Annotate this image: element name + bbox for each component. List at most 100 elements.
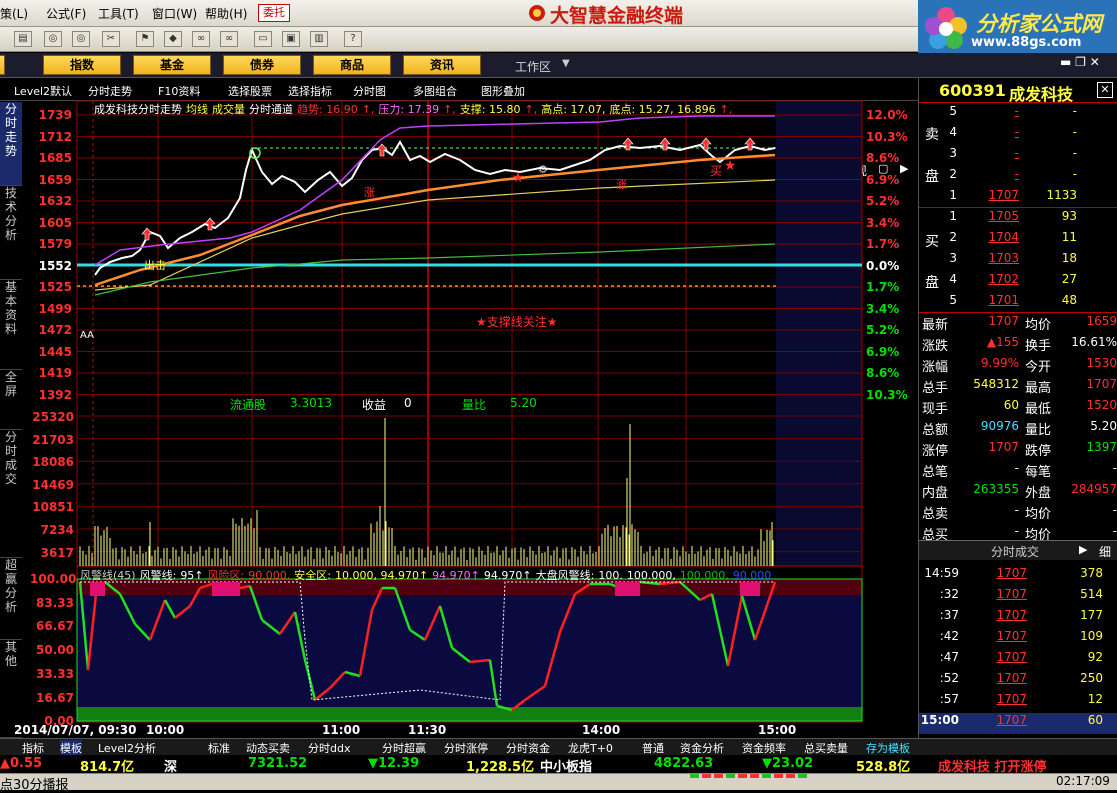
legend-item: 分时通道 (249, 103, 293, 116)
quote-label-2: 今开 (1025, 360, 1052, 375)
tick-time: :42 (939, 629, 959, 643)
bottom-tab[interactable]: 标准 (208, 740, 230, 756)
tick-row: 15:00 1707 60 (919, 713, 1117, 734)
market-bar (738, 774, 747, 778)
warn-legend-item: 94.970↑ (483, 569, 532, 582)
bid-level: 2 (949, 230, 957, 244)
bid-volume: 18 (1061, 251, 1077, 265)
warn-legend-item: 安全区: (294, 569, 331, 582)
quote-value: 1707 (988, 440, 1019, 454)
legend-item: 底点: 15.27, 16.896 (609, 103, 716, 116)
warn-tick: 50.00 (36, 643, 74, 658)
warn-legend-item: 100.000, (626, 569, 676, 582)
close-icon[interactable]: ✕ (1090, 55, 1100, 69)
ask-price: 1707 (988, 188, 1019, 202)
legend-item: 均线 (186, 103, 208, 116)
bid-level: 4 (949, 272, 957, 286)
pct-tick: 8.6% (866, 366, 900, 380)
quote-row: 总手 548312 最高 1707 (919, 377, 1117, 398)
risk-fill (615, 582, 640, 596)
quote-row: 总笔 - 每笔 - (919, 461, 1117, 482)
stat-label-ratio: 量比 (462, 398, 487, 412)
time-tick: 2014/07/07, 09:30 (14, 723, 137, 737)
price-tick: 1445 (38, 344, 72, 359)
buy-arrow (141, 227, 153, 241)
bottom-tab[interactable]: 资金频率 (742, 740, 786, 756)
warn-legend-item: 100. (598, 569, 623, 582)
support-note: ★支撑线关注★ (476, 315, 558, 329)
tick-row: :32 1707 514 (919, 587, 1117, 608)
bottom-tab[interactable]: 资金分析 (680, 740, 724, 756)
tick-row: 14:59 1707 378 (919, 566, 1117, 587)
quote-label: 内盘 (922, 486, 949, 501)
ask-price: - (1014, 125, 1019, 139)
bottom-tab[interactable]: 龙虎T+0 (568, 740, 613, 756)
warn-legend-item: 10.000, 94.970↑ (334, 569, 429, 582)
tick-price: 1707 (996, 629, 1027, 643)
ask-volume: 1133 (1046, 188, 1077, 202)
bid-price: 1705 (988, 209, 1019, 223)
site-logo-url: www.88gs.com (971, 35, 1082, 50)
warn-tick: 83.33 (36, 595, 74, 610)
pct-tick: 3.4% (866, 215, 900, 230)
bottom-tab[interactable]: 模板 (60, 740, 82, 756)
bottom-tab[interactable]: 分时资金 (506, 740, 550, 756)
time-tick: 14:00 (582, 723, 621, 737)
legend-item: ↑, (524, 103, 538, 116)
quote-label-2: 每笔 (1025, 465, 1052, 480)
bottom-tab[interactable]: 普通 (642, 740, 664, 756)
warn-tick: 66.67 (36, 619, 74, 634)
panel-close-icon[interactable]: ✕ (1097, 82, 1113, 98)
legend-item: ↑, (443, 103, 456, 116)
warn-legend-item: 94.970↑ (432, 569, 480, 582)
market-bar (714, 774, 723, 778)
legend-item: 成发科技分时走势 (94, 103, 182, 116)
stock-code: 600391 (939, 81, 1006, 100)
minimize-icon[interactable]: ▬ (1060, 55, 1071, 69)
pct-tick: 5.2% (866, 194, 900, 208)
bottom-tab[interactable]: 分时ddx (308, 740, 350, 756)
quote-value-2: - (1112, 524, 1117, 538)
ask-price: - (1014, 167, 1019, 181)
bottom-tab[interactable]: Level2分析 (98, 740, 156, 756)
ticker-bar: 点30分播报 02:17:09 (0, 773, 1117, 793)
time-tick: 15:00 (758, 723, 797, 737)
ask-level: 2 (949, 167, 957, 181)
market-bar (702, 774, 711, 778)
warn-legend-item: 大盘风警线: (535, 569, 595, 582)
quote-value-2: 284957 (1071, 482, 1117, 496)
bottom-tab[interactable]: 分时涨停 (444, 740, 488, 756)
status-item: ▼23.02 (762, 756, 814, 771)
bottom-tab[interactable]: 总买卖量 (804, 740, 848, 756)
quote-label: 总买 (922, 528, 949, 543)
ticks-detail-button[interactable]: 细 (1099, 543, 1111, 560)
rise-mark: 涨 (364, 186, 375, 199)
quote-label-2: 最低 (1025, 402, 1052, 417)
bid-level: 3 (949, 251, 957, 265)
bottom-tab[interactable]: 指标 (22, 740, 44, 756)
bottom-tab[interactable]: 分时超赢 (382, 740, 426, 756)
risk-fill (90, 582, 105, 596)
quote-value: 9.99% (980, 356, 1019, 370)
quote-label: 现手 (922, 402, 949, 417)
quote-label: 涨跌 (922, 339, 949, 354)
restore-icon[interactable]: ❐ (1075, 55, 1086, 69)
warn-legend-item: 90.000 (732, 569, 772, 582)
support-line (94, 179, 776, 291)
quote-label: 总手 (922, 381, 949, 396)
pct-tick: 12.0% (866, 108, 908, 122)
quote-label: 涨停 (922, 444, 949, 459)
bottom-tab[interactable]: 存为模板 (866, 740, 910, 756)
volume-tick: 18086 (32, 455, 74, 470)
ask-level: 1 (949, 188, 957, 202)
clock: 02:17:09 (1056, 774, 1110, 788)
quote-label-2: 换手 (1025, 339, 1052, 354)
price-tick: 1659 (38, 172, 72, 187)
pct-tick: 1.7% (866, 237, 900, 251)
tick-time: :32 (939, 587, 959, 601)
stat-value-float: 3.3013 (290, 396, 332, 410)
stat-label-float: 流通股 (230, 398, 267, 412)
market-bar (798, 774, 807, 778)
bottom-tab[interactable]: 动态买卖 (246, 740, 290, 756)
buy-arrow (376, 143, 388, 157)
